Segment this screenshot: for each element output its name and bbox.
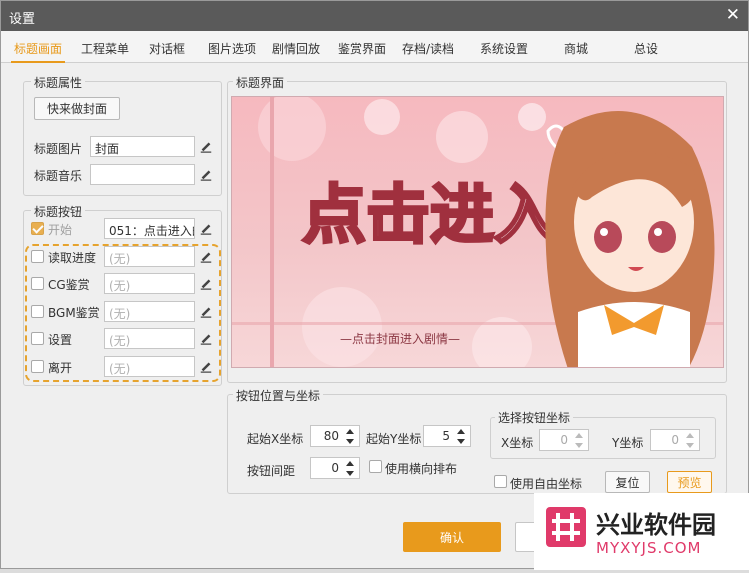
cg-label: CG鉴赏: [48, 278, 90, 292]
title-screen-label: 标题界面: [233, 74, 288, 91]
settings-window: 设置 ✕ 标题画面 工程菜单 对话框 图片选项 剧情回放 鉴赏界面 存档/读档 …: [0, 0, 749, 570]
free-coord-label: 使用自由坐标: [510, 477, 583, 491]
tab-store[interactable]: 商城: [564, 40, 588, 57]
x-coord-label: X坐标: [501, 436, 534, 450]
exit-label: 离开: [48, 361, 73, 375]
edit-cg-pencil-icon[interactable]: [196, 273, 216, 293]
title-music-label: 标题音乐: [34, 169, 83, 183]
exit-field[interactable]: (无): [104, 356, 195, 377]
tab-project-menu[interactable]: 工程菜单: [81, 40, 129, 57]
tab-save-load[interactable]: 存档/读档: [402, 40, 454, 57]
reset-button[interactable]: 复位: [605, 471, 650, 493]
title-music-field[interactable]: [90, 164, 195, 185]
spacing-value: 0: [331, 461, 339, 475]
title-screen-preview[interactable]: 点击进入 —点击封面进入剧情—: [231, 96, 724, 368]
start-y-down-icon[interactable]: [454, 436, 468, 446]
start-y-up-icon[interactable]: [454, 426, 468, 436]
edit-image-pencil-icon[interactable]: [196, 136, 216, 156]
cg-checkbox[interactable]: [31, 277, 44, 290]
watermark-name: 兴业软件园: [596, 511, 716, 539]
window-title: 设置: [9, 12, 36, 27]
spacing-up-icon[interactable]: [343, 458, 357, 468]
y-coord-label: Y坐标: [612, 436, 644, 450]
y-coord-value: 0: [671, 433, 679, 447]
confirm-button[interactable]: 确认: [403, 522, 501, 552]
edit-bgm-pencil-icon[interactable]: [196, 301, 216, 321]
start-y-spinner[interactable]: 5: [423, 425, 471, 447]
free-coord-checkbox[interactable]: [494, 475, 507, 488]
load-checkbox[interactable]: [31, 250, 44, 263]
bgm-field[interactable]: (无): [104, 301, 195, 322]
settings-field[interactable]: (无): [104, 328, 195, 349]
start-label: 开始: [48, 223, 73, 237]
button-pos-label: 按钮位置与坐标: [233, 387, 324, 404]
tab-title-screen[interactable]: 标题画面: [14, 40, 62, 57]
bgm-checkbox[interactable]: [31, 305, 44, 318]
title-bar: 设置 ✕: [1, 1, 748, 31]
start-x-value: 80: [323, 429, 339, 443]
start-y-label: 起始Y坐标: [366, 432, 422, 446]
settings-checkbox[interactable]: [31, 332, 44, 345]
edit-music-pencil-icon[interactable]: [196, 164, 216, 184]
edit-settings-pencil-icon[interactable]: [196, 328, 216, 348]
y-coord-down-icon[interactable]: [683, 440, 697, 450]
watermark: 兴业软件园 MYXYJS.COM: [534, 493, 749, 570]
cg-field[interactable]: (无): [104, 273, 195, 294]
quick-cover-button[interactable]: 快来做封面: [34, 97, 120, 120]
spacing-down-icon[interactable]: [343, 468, 357, 478]
tab-replay[interactable]: 剧情回放: [272, 40, 320, 57]
start-x-label: 起始X坐标: [247, 432, 304, 446]
x-coord-value: 0: [560, 433, 568, 447]
horizontal-layout-label: 使用横向排布: [385, 462, 458, 476]
spacing-label: 按钮间距: [247, 464, 296, 478]
x-coord-up-icon[interactable]: [572, 430, 586, 440]
tab-image-options[interactable]: 图片选项: [208, 40, 256, 57]
load-field[interactable]: (无): [104, 246, 195, 267]
spacing-spinner[interactable]: 0: [310, 457, 360, 479]
title-image-field[interactable]: 封面: [90, 136, 195, 157]
tab-dialog[interactable]: 对话框: [149, 40, 185, 57]
settings-label: 设置: [48, 333, 73, 347]
bgm-label: BGM鉴赏: [48, 306, 100, 320]
y-coord-spinner[interactable]: 0: [650, 429, 700, 451]
title-image-label: 标题图片: [34, 142, 83, 156]
start-y-value: 5: [442, 429, 450, 443]
select-coord-label: 选择按钮坐标: [495, 409, 574, 426]
horizontal-layout-checkbox[interactable]: [369, 460, 382, 473]
preview-button[interactable]: 预览: [667, 471, 712, 493]
tab-bar: 标题画面 工程菜单 对话框 图片选项 剧情回放 鉴赏界面 存档/读档 系统设置 …: [1, 31, 748, 63]
start-x-down-icon[interactable]: [343, 436, 357, 446]
preview-title-text: 点击进入: [302, 179, 558, 253]
start-field[interactable]: 051：点击进入的: [104, 218, 195, 239]
edit-start-pencil-icon[interactable]: [196, 218, 216, 238]
edit-exit-pencil-icon[interactable]: [196, 356, 216, 376]
title-props-label: 标题属性: [31, 74, 86, 91]
watermark-url: MYXYJS.COM: [596, 539, 702, 557]
edit-load-pencil-icon[interactable]: [196, 246, 216, 266]
title-buttons-label: 标题按钮: [31, 203, 86, 220]
load-label: 读取进度: [48, 251, 97, 265]
y-coord-up-icon[interactable]: [683, 430, 697, 440]
start-x-spinner[interactable]: 80: [310, 425, 360, 447]
x-coord-spinner[interactable]: 0: [539, 429, 589, 451]
active-tab-indicator: [11, 61, 65, 63]
preview-artwork: 点击进入 —点击封面进入剧情—: [232, 97, 723, 367]
start-checkbox[interactable]: [31, 222, 44, 235]
tab-general[interactable]: 总设: [634, 40, 658, 57]
exit-checkbox[interactable]: [31, 360, 44, 373]
start-x-up-icon[interactable]: [343, 426, 357, 436]
tab-gallery[interactable]: 鉴赏界面: [338, 40, 386, 57]
tab-system-settings[interactable]: 系统设置: [480, 40, 528, 57]
x-coord-down-icon[interactable]: [572, 440, 586, 450]
close-icon[interactable]: ✕: [726, 5, 740, 25]
preview-subtitle-text: —点击封面进入剧情—: [340, 332, 460, 346]
